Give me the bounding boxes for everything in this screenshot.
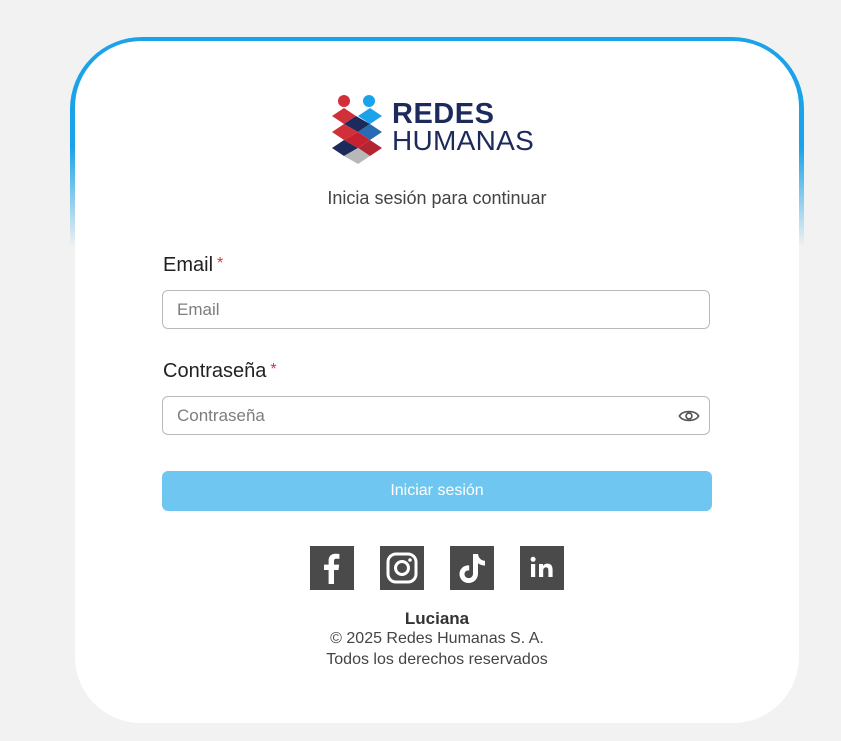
login-button[interactable]: Iniciar sesión bbox=[162, 471, 712, 511]
logo-text-humanas: HUMANAS bbox=[392, 125, 535, 156]
brand-logo: REDES HUMANAS bbox=[330, 94, 550, 168]
password-label: Contraseña * bbox=[163, 360, 277, 383]
password-label-text: Contraseña bbox=[163, 360, 267, 382]
facebook-link[interactable] bbox=[310, 546, 354, 590]
linkedin-link[interactable] bbox=[520, 546, 564, 590]
email-input[interactable] bbox=[162, 290, 710, 329]
logo-mark-icon bbox=[332, 95, 382, 164]
email-label-text: Email bbox=[163, 254, 214, 276]
required-mark: * bbox=[217, 255, 224, 272]
required-mark: * bbox=[270, 361, 277, 378]
tiktok-link[interactable] bbox=[450, 546, 494, 590]
password-input[interactable] bbox=[162, 396, 710, 435]
tiktok-icon bbox=[459, 554, 485, 583]
footer-rights: Todos los derechos reservados bbox=[326, 651, 548, 668]
footer-copyright: © 2025 Redes Humanas S. A. bbox=[330, 630, 544, 647]
instagram-icon bbox=[386, 552, 418, 584]
instagram-link[interactable] bbox=[380, 546, 424, 590]
eye-icon[interactable] bbox=[678, 405, 700, 427]
footer-user: Luciana bbox=[404, 609, 470, 628]
facebook-icon bbox=[324, 553, 340, 584]
email-label: Email * bbox=[163, 254, 223, 277]
linkedin-icon bbox=[530, 556, 553, 577]
page-subtitle: Inicia sesión para continuar bbox=[327, 188, 547, 208]
